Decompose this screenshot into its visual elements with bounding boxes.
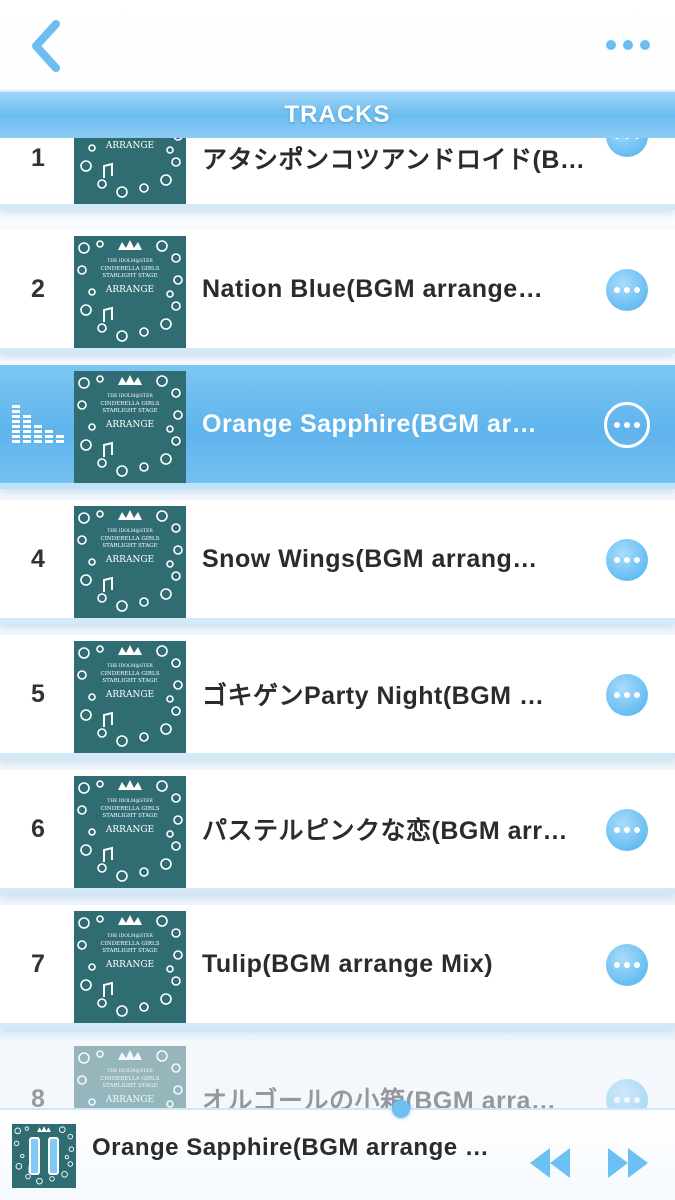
track-title: ゴキゲンParty Night(BGM … bbox=[202, 682, 545, 710]
album-art-text: THE IDOLM@STER bbox=[107, 1067, 153, 1074]
track-title: オルゴールの小箱(BGM arra… bbox=[202, 1087, 557, 1108]
album-art-text: THE IDOLM@STER bbox=[107, 392, 153, 399]
track-number: 2 bbox=[31, 274, 45, 303]
track-number: 1 bbox=[31, 143, 45, 172]
track-options-icon[interactable] bbox=[606, 539, 648, 581]
track-options-icon[interactable] bbox=[604, 402, 650, 448]
album-art: THE IDOLM@STER CINDERELLA GIRLSSTARLIGHT … bbox=[74, 911, 186, 1023]
track-number: 4 bbox=[31, 544, 45, 573]
album-art-text: CINDERELLA GIRLS bbox=[101, 806, 160, 812]
album-art-text: THE IDOLM@STER bbox=[107, 797, 153, 804]
album-art-text: ARRANGE bbox=[105, 1095, 154, 1105]
track-title: アタシポンコツアンドロイド(B… bbox=[202, 146, 586, 174]
album-art: THE IDOLM@STER CINDERELLA GIRLSSTARLIGHT … bbox=[74, 236, 186, 348]
back-chevron-icon[interactable] bbox=[22, 18, 72, 74]
track-number: 8 bbox=[31, 1084, 45, 1109]
track-title: Snow Wings(BGM arrang… bbox=[202, 544, 538, 573]
track-row-8[interactable]: 8 THE IDOLM@STER CINDERELLA GIRLS STARLIGH… bbox=[0, 1040, 675, 1108]
album-art: THE IDOLM@STERCINDERELLA GIRLSSTARLIGHT … bbox=[74, 138, 186, 204]
rewind-icon[interactable] bbox=[528, 1146, 572, 1180]
album-art-text: STARLIGHT STAGE bbox=[102, 1083, 157, 1089]
album-art: THE IDOLM@STER CINDERELLA GIRLSSTARLIGHT … bbox=[74, 1046, 186, 1108]
track-options-icon[interactable] bbox=[606, 944, 648, 986]
track-title: パステルピンクな恋(BGM arr… bbox=[202, 817, 568, 845]
track-options-icon[interactable] bbox=[606, 674, 648, 716]
more-options-icon[interactable] bbox=[603, 30, 653, 60]
pause-icon[interactable] bbox=[12, 1124, 76, 1188]
track-title: Nation Blue(BGM arrange… bbox=[202, 274, 544, 303]
album-art-text: CINDERELLA GIRLS bbox=[101, 1076, 160, 1082]
album-art-text: ARRANGE bbox=[105, 690, 154, 700]
track-number: 6 bbox=[31, 814, 45, 843]
album-art: THE IDOLM@STER CINDERELLA GIRLSSTARLIGHT … bbox=[74, 641, 186, 753]
track-options-icon[interactable] bbox=[606, 1079, 648, 1108]
album-art-text: THE IDOLM@STER bbox=[107, 932, 153, 939]
album-art-text: ARRANGE bbox=[105, 285, 154, 295]
album-art-text: STARLIGHT STAGE bbox=[102, 813, 157, 819]
track-row-1[interactable]: 1 THE IDOLM@STERCINDERELLA GIRLSSTARLIGH… bbox=[0, 138, 675, 210]
track-title: Orange Sapphire(BGM ar… bbox=[202, 409, 538, 438]
mini-player[interactable]: Orange Sapphire(BGM arrange … bbox=[0, 1100, 675, 1200]
album-art-text: STARLIGHT STAGE bbox=[102, 543, 157, 549]
album-art-text: ARRANGE bbox=[105, 555, 154, 565]
track-options-icon[interactable] bbox=[606, 138, 648, 157]
track-row-3-playing[interactable]: THE IDOLM@STER CINDERELLA GIRLS STARLIGHT … bbox=[0, 365, 675, 489]
track-title: Tulip(BGM arrange Mix) bbox=[202, 949, 494, 978]
album-art-text: ARRANGE bbox=[105, 825, 154, 835]
track-row-5[interactable]: 5 THE IDOLM@STER CINDERELLA GIRLS STARLIGH… bbox=[0, 635, 675, 759]
fast-forward-icon[interactable] bbox=[606, 1146, 650, 1180]
track-list[interactable]: 1 THE IDOLM@STERCINDERELLA GIRLSSTARLIGH… bbox=[0, 138, 675, 1108]
track-row-2[interactable]: 2 THE IDOLM@STER CINDERELLA GIRLS STARLIGH… bbox=[0, 230, 675, 354]
album-art-text: CINDERELLA GIRLS bbox=[101, 401, 160, 407]
album-art-text: ARRANGE bbox=[105, 141, 154, 151]
top-bar bbox=[0, 0, 675, 90]
track-number: 7 bbox=[31, 949, 45, 978]
tracks-header: TRACKS bbox=[0, 90, 675, 138]
album-art-text: CINDERELLA GIRLS bbox=[101, 536, 160, 542]
album-art-text: ARRANGE bbox=[105, 960, 154, 970]
now-playing-title[interactable]: Orange Sapphire(BGM arrange … bbox=[92, 1134, 512, 1164]
album-art-text: THE IDOLM@STER bbox=[107, 257, 153, 264]
track-number: 5 bbox=[31, 679, 45, 708]
track-options-icon[interactable] bbox=[606, 809, 648, 851]
album-art-text: STARLIGHT STAGE bbox=[102, 273, 157, 279]
tracks-header-title: TRACKS bbox=[284, 101, 391, 128]
album-art-text: THE IDOLM@STER bbox=[107, 527, 153, 534]
album-art-text: CINDERELLA GIRLS bbox=[101, 941, 160, 947]
album-art-text: CINDERELLA GIRLS bbox=[101, 266, 160, 272]
album-art: THE IDOLM@STER CINDERELLA GIRLSSTARLIGHT … bbox=[74, 506, 186, 618]
track-row-7[interactable]: 7 THE IDOLM@STER CINDERELLA GIRLS STARLIGH… bbox=[0, 905, 675, 1029]
track-row-4[interactable]: 4 THE IDOLM@STER CINDERELLA GIRLS STARLIGH… bbox=[0, 500, 675, 624]
album-art-text: CINDERELLA GIRLS bbox=[101, 671, 160, 677]
progress-handle[interactable] bbox=[392, 1100, 410, 1118]
album-art-text: THE IDOLM@STER bbox=[107, 662, 153, 669]
equalizer-icon bbox=[12, 405, 64, 445]
album-art-text: STARLIGHT STAGE bbox=[102, 408, 157, 414]
album-art-text: STARLIGHT STAGE bbox=[102, 948, 157, 954]
album-art: THE IDOLM@STER CINDERELLA GIRLSSTARLIGHT … bbox=[74, 371, 186, 483]
track-row-6[interactable]: 6 THE IDOLM@STER CINDERELLA GIRLS STARLIGH… bbox=[0, 770, 675, 894]
album-art: THE IDOLM@STER CINDERELLA GIRLSSTARLIGHT … bbox=[74, 776, 186, 888]
track-options-icon[interactable] bbox=[606, 269, 648, 311]
album-art-text: STARLIGHT STAGE bbox=[102, 678, 157, 684]
album-art-text: ARRANGE bbox=[105, 420, 154, 430]
